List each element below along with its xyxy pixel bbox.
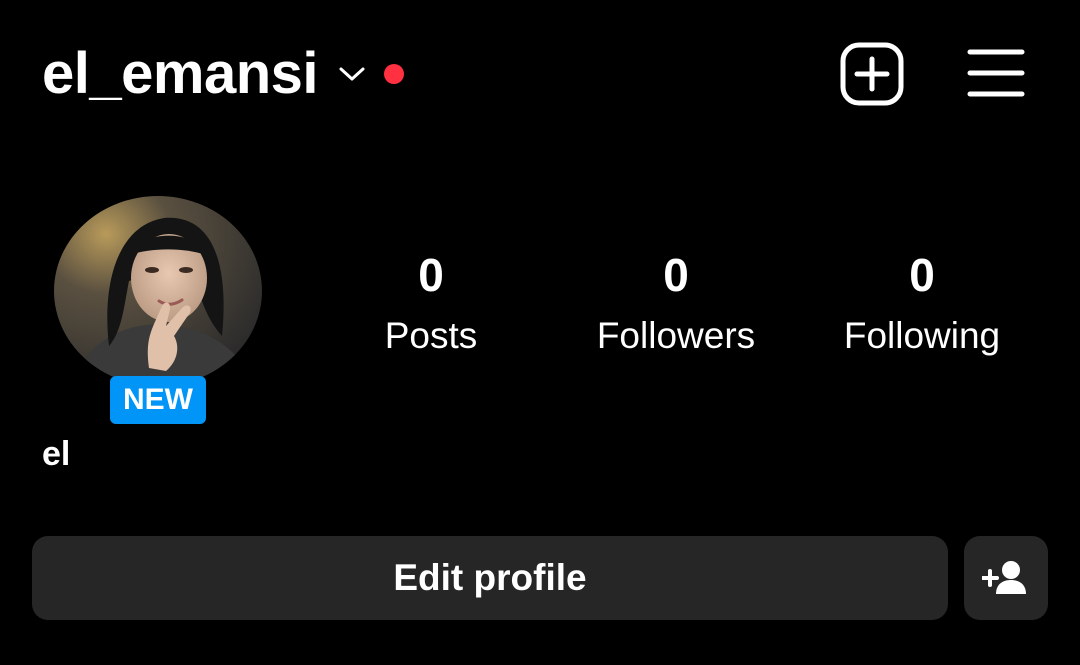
menu-button[interactable] — [962, 42, 1030, 104]
followers-stat[interactable]: 0 Followers — [566, 244, 786, 366]
username: el_emansi — [42, 41, 319, 106]
chevron-down-icon — [339, 67, 365, 81]
posts-stat[interactable]: 0 Posts — [321, 244, 541, 366]
notification-dot — [384, 64, 405, 84]
account-switcher[interactable]: el_emansi — [42, 38, 405, 110]
following-stat[interactable]: 0 Following — [812, 244, 1032, 366]
avatar[interactable] — [54, 196, 262, 386]
plus-square-icon — [840, 42, 904, 106]
posts-count: 0 — [418, 249, 444, 301]
edit-profile-button[interactable]: Edit profile — [32, 536, 948, 620]
following-count: 0 — [909, 249, 935, 301]
followers-count: 0 — [663, 249, 689, 301]
hamburger-menu-icon — [967, 49, 1025, 97]
following-label: Following — [843, 315, 1001, 356]
display-name: el — [42, 435, 71, 473]
new-badge: NEW — [110, 376, 206, 424]
posts-label: Posts — [384, 315, 478, 356]
add-person-icon — [982, 561, 1026, 594]
profile-photo — [54, 196, 262, 386]
profile-header: el_emansi — [0, 0, 1080, 150]
discover-people-button[interactable] — [964, 536, 1048, 620]
followers-label: Followers — [596, 315, 756, 356]
create-button[interactable] — [838, 40, 906, 108]
